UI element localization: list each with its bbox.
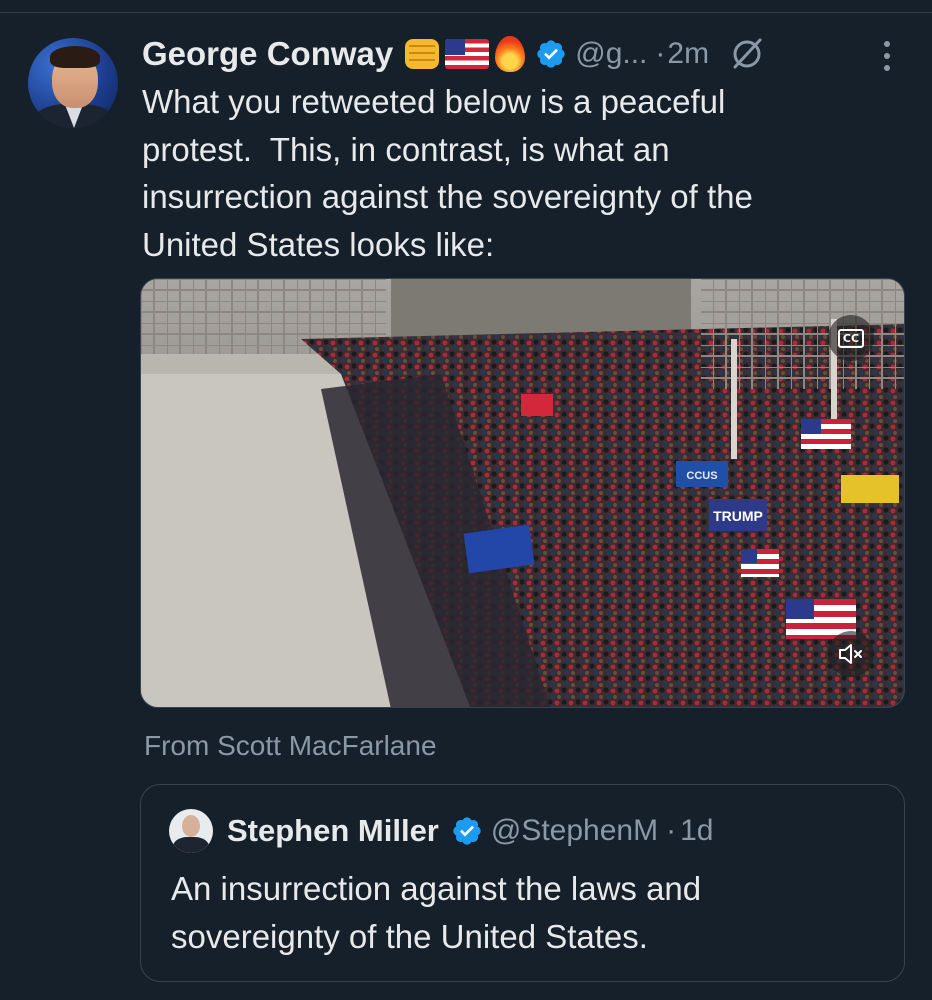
tweet-text-line: protest. This, in contrast, is what an bbox=[142, 130, 670, 168]
mute-icon bbox=[839, 644, 862, 664]
video-frame: TRUMP CCUS bbox=[141, 279, 904, 707]
quoted-author-avatar[interactable] bbox=[169, 809, 213, 853]
quoted-author-name[interactable]: Stephen Miller bbox=[227, 813, 439, 849]
verified-badge-icon bbox=[453, 817, 481, 845]
tweet-text: What you retweeted below is a peaceful p… bbox=[142, 78, 912, 268]
tweet-text-line: What you retweeted below is a peaceful bbox=[142, 83, 726, 120]
author-name[interactable]: George Conway bbox=[142, 35, 393, 73]
verified-badge-icon bbox=[537, 40, 565, 68]
quoted-text-line: sovereignty of the United States. bbox=[171, 918, 648, 955]
crowd-banner-text: CCUS bbox=[686, 470, 717, 482]
oncoming-fist-emoji bbox=[405, 39, 440, 69]
tweet-header: George Conway @g... · 2m bbox=[142, 32, 765, 76]
header-separator: · bbox=[655, 37, 666, 70]
quoted-tweet[interactable]: Stephen Miller @StephenM · 1d An insurre… bbox=[140, 784, 905, 982]
quoted-tweet-header: Stephen Miller @StephenM · 1d bbox=[227, 809, 713, 853]
author-avatar[interactable] bbox=[28, 38, 118, 128]
quoted-author-handle[interactable]: @StephenM bbox=[491, 814, 658, 848]
mute-button[interactable] bbox=[828, 631, 874, 677]
closed-captions-icon: CC bbox=[837, 328, 865, 348]
tweet[interactable]: George Conway @g... · 2m What you retwee… bbox=[0, 0, 932, 1000]
closed-captions-button[interactable]: CC bbox=[828, 315, 874, 361]
fire-emoji bbox=[495, 36, 526, 72]
quoted-tweet-timestamp[interactable]: 1d bbox=[680, 814, 713, 848]
crowd-sign-text: TRUMP bbox=[713, 508, 763, 524]
quoted-header-separator: · bbox=[666, 814, 677, 847]
grok-icon[interactable] bbox=[729, 36, 765, 72]
tweet-text-line: United States looks like: bbox=[142, 225, 495, 263]
tweet-timestamp[interactable]: 2m bbox=[667, 37, 709, 71]
media-source-attribution[interactable]: From Scott MacFarlane bbox=[144, 730, 437, 762]
tweet-text-line: insurrection against the sovereignty of … bbox=[142, 178, 753, 215]
quoted-text-line: An insurrection against the laws and bbox=[171, 870, 702, 907]
author-handle[interactable]: @g... bbox=[575, 37, 647, 71]
quoted-tweet-text: An insurrection against the laws and sov… bbox=[171, 865, 891, 961]
more-options-icon[interactable] bbox=[872, 36, 902, 76]
us-flag-emoji bbox=[445, 39, 490, 69]
name-emojis bbox=[405, 36, 526, 72]
video-player[interactable]: TRUMP CCUS CC bbox=[140, 278, 905, 708]
